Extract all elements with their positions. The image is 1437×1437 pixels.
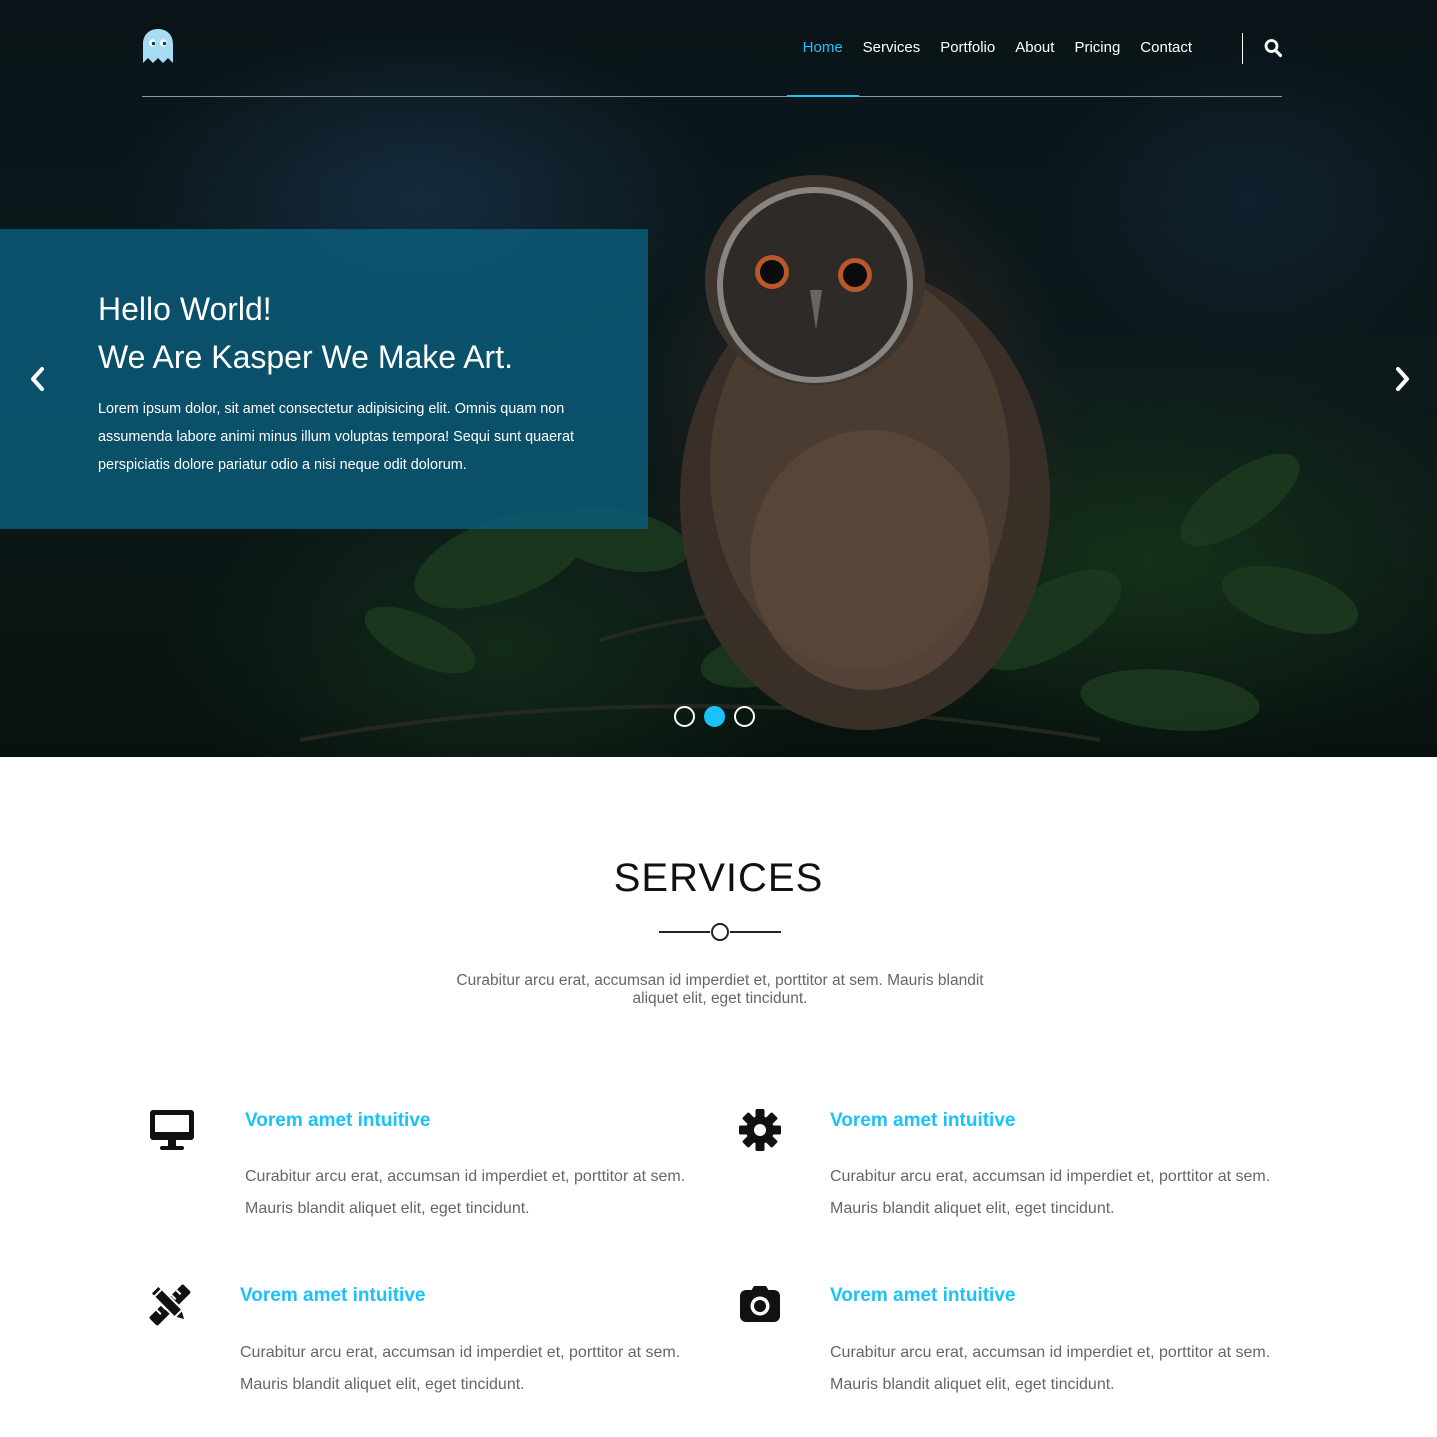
nav-item-contact[interactable]: Contact	[1130, 0, 1202, 96]
gear-icon	[739, 1109, 781, 1151]
ghost-logo[interactable]	[142, 28, 174, 64]
service-title: Vorem amet intuitive	[830, 1285, 1016, 1306]
nav-item-home[interactable]: Home	[786, 0, 859, 97]
service-text: Curabitur arcu erat, accumsan id imperdi…	[240, 1344, 681, 1393]
nav-item-pricing[interactable]: Pricing	[1064, 0, 1130, 96]
desktop-icon	[150, 1110, 194, 1150]
pencil-ruler-icon	[149, 1284, 191, 1326]
nav-item-services[interactable]: Services	[853, 0, 931, 96]
main-nav: Home Services Portfolio About Pricing Co…	[786, 0, 1202, 97]
hero-title-line2: We Are Kasper We Make Art.	[98, 339, 513, 375]
chevron-right-icon[interactable]	[1392, 364, 1412, 394]
search-icon[interactable]	[1264, 38, 1282, 58]
service-title: Vorem amet intuitive	[240, 1285, 426, 1306]
hero-slider: Home Services Portfolio About Pricing Co…	[0, 0, 1437, 757]
hero-description: Lorem ipsum dolor, sit amet consectetur …	[98, 401, 574, 473]
hero-caption-box: Hello World! We Are Kasper We Make Art. …	[0, 229, 648, 529]
nav-item-about[interactable]: About	[1005, 0, 1064, 96]
service-text: Curabitur arcu erat, accumsan id imperdi…	[830, 1344, 1271, 1393]
camera-icon	[740, 1286, 780, 1322]
service-text: Curabitur arcu erat, accumsan id imperdi…	[830, 1168, 1271, 1217]
hero-title: Hello World! We Are Kasper We Make Art.	[98, 285, 513, 381]
service-title: Vorem amet intuitive	[245, 1110, 431, 1131]
service-title: Vorem amet intuitive	[830, 1110, 1016, 1131]
services-intro: Curabitur arcu erat, accumsan id imperdi…	[456, 972, 984, 1007]
service-text: Curabitur arcu erat, accumsan id imperdi…	[245, 1168, 686, 1217]
slide-indicator-2[interactable]	[704, 706, 725, 727]
slider-indicators	[674, 706, 755, 727]
top-navbar: Home Services Portfolio About Pricing Co…	[142, 0, 1282, 97]
slide-indicator-1[interactable]	[674, 706, 695, 727]
slide-indicator-3[interactable]	[734, 706, 755, 727]
nav-divider	[1242, 33, 1243, 64]
nav-item-portfolio[interactable]: Portfolio	[930, 0, 1005, 96]
services-heading: SERVICES	[613, 856, 824, 900]
heading-divider	[659, 923, 781, 941]
hero-title-line1: Hello World!	[98, 291, 272, 327]
chevron-left-icon[interactable]	[28, 364, 48, 394]
